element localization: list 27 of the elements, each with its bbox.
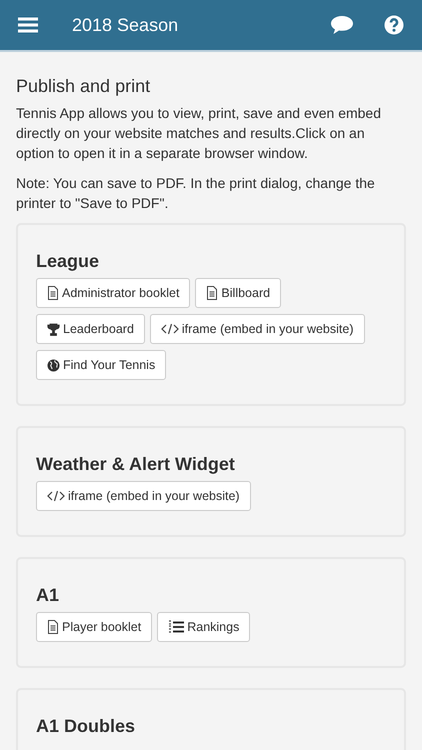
option-button[interactable]: Administrator booklet xyxy=(36,278,190,308)
option-button[interactable]: Rankings xyxy=(157,612,250,642)
doc-icon xyxy=(47,620,59,634)
option-button[interactable]: Player booklet xyxy=(36,612,152,642)
doc-icon xyxy=(47,286,59,300)
menu-icon[interactable] xyxy=(18,17,38,33)
card-title: A1 xyxy=(36,585,60,606)
option-button[interactable]: iframe (embed in your website) xyxy=(36,481,251,511)
section-heading: Publish and print xyxy=(16,76,152,97)
option-button[interactable]: Find Your Tennis xyxy=(36,350,166,380)
globe-icon xyxy=(47,358,60,372)
trophy-icon xyxy=(47,322,60,336)
help-icon[interactable] xyxy=(384,15,404,35)
chat-icon[interactable] xyxy=(330,15,354,35)
option-button[interactable]: Billboard xyxy=(195,278,282,308)
option-button[interactable]: iframe (embed in your website) xyxy=(150,314,365,344)
paragraph: Tennis App allows you to view, print, save and even embed directly on your website matches and results.Click on an option to open it in a separate browser window. xyxy=(16,104,382,163)
doc-icon xyxy=(206,286,218,300)
card-title: League xyxy=(36,251,100,272)
paragraph: Note: You can save to PDF. In the print dialog, change the printer to "Save to PDF". xyxy=(16,174,376,213)
card-title: A1 Doubles xyxy=(36,716,136,737)
page-title: 2018 Season xyxy=(72,14,180,36)
code-icon xyxy=(47,490,65,502)
card-title: Weather & Alert Widget xyxy=(36,454,236,475)
list-icon xyxy=(168,620,184,634)
code-icon xyxy=(160,323,179,335)
option-button[interactable]: Leaderboard xyxy=(36,314,145,344)
